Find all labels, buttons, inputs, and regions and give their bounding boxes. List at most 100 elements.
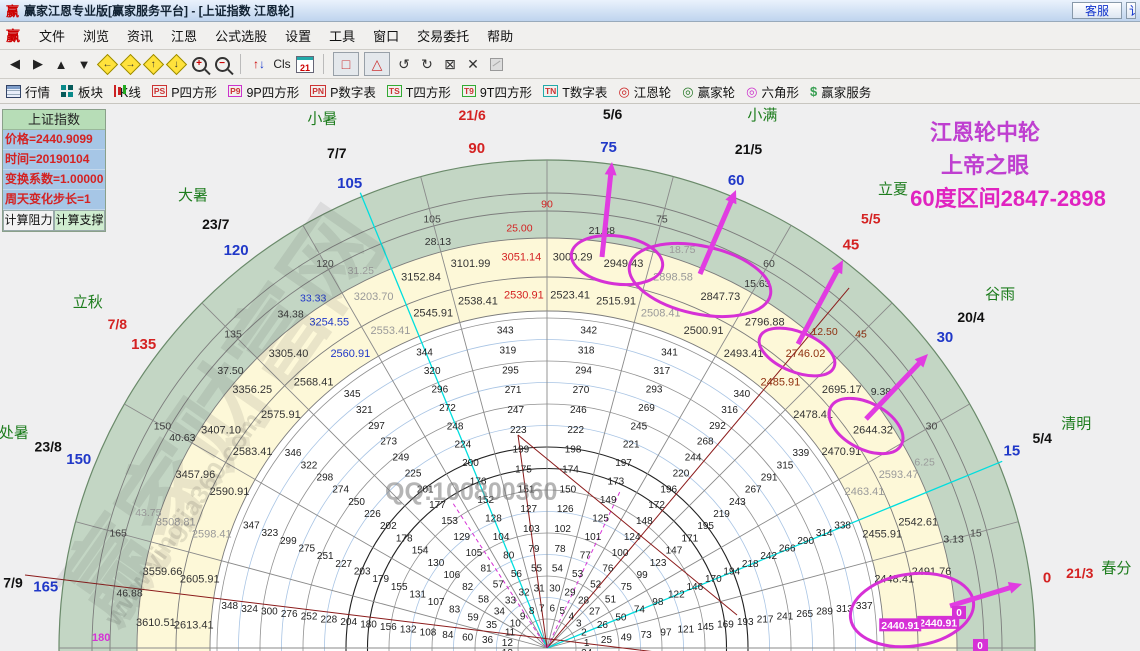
spiral-number: 227 bbox=[335, 559, 352, 570]
nav-next-icon[interactable]: ▶ bbox=[29, 54, 47, 74]
cls-button[interactable]: Cls bbox=[273, 54, 291, 74]
rotate-ccw-tool[interactable]: ↺ bbox=[395, 54, 413, 74]
spiral-number: 108 bbox=[420, 627, 437, 638]
pin-icon[interactable] bbox=[487, 54, 505, 74]
spiral-number: 228 bbox=[321, 614, 338, 625]
rotate-cw-tool[interactable]: ↻ bbox=[418, 54, 436, 74]
gann-wheel-chart[interactable]: 1234567891011121324252627282930313233343… bbox=[0, 104, 1140, 651]
spiral-number: 171 bbox=[681, 533, 698, 544]
menu-item-5[interactable]: 设置 bbox=[276, 26, 320, 47]
price-outer-value: 3051.14 bbox=[501, 251, 541, 263]
spiral-number: 79 bbox=[528, 544, 540, 555]
pan-down-icon[interactable]: ↓ bbox=[165, 53, 187, 75]
spiral-number: 272 bbox=[439, 403, 456, 414]
ribbon-item-9[interactable]: ◎ 江恩轮 bbox=[618, 82, 671, 101]
spiral-number: 251 bbox=[317, 551, 334, 562]
spiral-number: 178 bbox=[396, 533, 413, 544]
degree-tick: 30 bbox=[926, 421, 938, 433]
spiral-number: 8 bbox=[529, 606, 535, 617]
price-inner-value: 2545.91 bbox=[413, 307, 453, 319]
ribbon-item-5[interactable]: PN P数字表 bbox=[310, 82, 376, 101]
pan-left-icon[interactable]: ← bbox=[96, 53, 118, 75]
ribbon-item-10[interactable]: ◎ 赢家轮 bbox=[682, 82, 735, 101]
boxed-x-tool[interactable]: ⊠ bbox=[441, 54, 459, 74]
zoom-in-icon[interactable]: + bbox=[190, 54, 208, 74]
spiral-number: 274 bbox=[332, 485, 349, 496]
price-inner-value: 2523.41 bbox=[550, 289, 590, 301]
spiral-number: 269 bbox=[638, 403, 655, 414]
sector-date-label: 5/5 bbox=[861, 210, 881, 226]
menu-item-8[interactable]: 交易委托 bbox=[408, 26, 478, 47]
ribbon-label: 赢家服务 bbox=[821, 85, 872, 100]
menu-item-0[interactable]: 文件 bbox=[30, 26, 74, 47]
menu-item-9[interactable]: 帮助 bbox=[478, 26, 522, 47]
menu-item-1[interactable]: 浏览 bbox=[74, 26, 118, 47]
sector-degree-label: 0 bbox=[1043, 570, 1051, 587]
ribbon-item-12[interactable]: $ 赢家服务 bbox=[810, 82, 871, 101]
ribbon-item-3[interactable]: PS P四方形 bbox=[151, 82, 217, 101]
spiral-number: 180 bbox=[360, 620, 377, 631]
badge-icon-TS: TS bbox=[386, 85, 402, 97]
spiral-number: 223 bbox=[510, 425, 527, 436]
customer-service-button[interactable]: 客服 bbox=[1071, 1, 1122, 19]
spiral-number: 129 bbox=[453, 532, 470, 543]
nav-down-icon[interactable]: ▼ bbox=[75, 54, 93, 74]
ribbon-item-2[interactable]: K线 bbox=[114, 82, 141, 101]
spiral-number: 174 bbox=[562, 465, 579, 476]
spiral-number: 317 bbox=[653, 366, 670, 377]
solar-term-label: 小暑 bbox=[307, 111, 337, 128]
partial-button[interactable]: 讠 bbox=[1126, 1, 1136, 19]
nav-up-icon[interactable]: ▲ bbox=[52, 54, 70, 74]
ribbon-item-8[interactable]: TN T数字表 bbox=[542, 82, 607, 101]
spiral-number: 339 bbox=[793, 448, 810, 459]
spiral-number: 147 bbox=[666, 546, 683, 557]
spiral-number: 196 bbox=[660, 484, 677, 495]
menu-item-2[interactable]: 资讯 bbox=[118, 26, 162, 47]
spiral-number: 241 bbox=[777, 612, 794, 623]
badge-icon-PS: PS bbox=[151, 85, 168, 97]
ribbon-item-6[interactable]: TS T四方形 bbox=[386, 82, 451, 101]
pan-right-icon[interactable]: → bbox=[119, 53, 141, 75]
sector-date-label: 7/7 bbox=[327, 145, 347, 161]
quote-table-icon bbox=[6, 84, 21, 98]
chart-area: 1234567891011121324252627282930313233343… bbox=[0, 104, 1140, 651]
spiral-number: 243 bbox=[729, 497, 746, 508]
menu-item-6[interactable]: 工具 bbox=[320, 26, 364, 47]
spiral-number: 342 bbox=[580, 326, 597, 337]
degree-tick: 60 bbox=[763, 258, 775, 270]
updown-icon[interactable]: ↑ ↓ bbox=[250, 54, 268, 74]
spiral-number: 100 bbox=[612, 548, 629, 559]
spiral-number: 33 bbox=[505, 595, 517, 606]
spiral-number: 123 bbox=[650, 558, 667, 569]
triangle-tool[interactable]: △ bbox=[364, 52, 390, 76]
menu-item-7[interactable]: 窗口 bbox=[364, 26, 408, 47]
spiral-number: 97 bbox=[660, 627, 672, 638]
collapse-tool[interactable]: ✕ bbox=[464, 54, 482, 74]
degree-tick: 90 bbox=[541, 199, 553, 211]
solar-term-label: 立夏 bbox=[878, 181, 908, 198]
calc-resistance-button[interactable]: 计算阻力 bbox=[3, 210, 54, 231]
rect-tool[interactable]: □ bbox=[333, 52, 359, 76]
calc-support-button[interactable]: 计算支撑 bbox=[54, 210, 105, 231]
ribbon-item-4[interactable]: P9 9P四方形 bbox=[228, 82, 299, 101]
pan-up-icon[interactable]: ↑ bbox=[142, 53, 164, 75]
spiral-number: 106 bbox=[443, 570, 460, 581]
ribbon-item-11[interactable]: ◎ 六角形 bbox=[746, 82, 799, 101]
calendar-icon[interactable]: 21 bbox=[296, 54, 314, 74]
nav-prev-icon[interactable]: ◀ bbox=[6, 54, 24, 74]
zoom-out-icon[interactable]: − bbox=[213, 54, 231, 74]
ribbon-item-1[interactable]: 板块 bbox=[61, 82, 103, 101]
ribbon-item-0[interactable]: 行情 bbox=[6, 82, 50, 101]
spiral-number: 222 bbox=[567, 425, 584, 436]
spiral-number: 289 bbox=[816, 606, 833, 617]
ribbon-item-7[interactable]: T9 9T四方形 bbox=[461, 82, 532, 101]
mini-highlight-text: 0 bbox=[956, 608, 962, 619]
menu-item-4[interactable]: 公式选股 bbox=[206, 26, 276, 47]
price-outer-value: 2746.02 bbox=[786, 348, 826, 360]
spiral-number: 348 bbox=[221, 601, 238, 612]
ribbon-label: 六角形 bbox=[761, 85, 800, 100]
menu-item-3[interactable]: 江恩 bbox=[162, 26, 206, 47]
svg-text:QQ:100800360: QQ:100800360 bbox=[385, 478, 557, 506]
spiral-number: 294 bbox=[575, 365, 592, 376]
sector-date-label: 21/5 bbox=[735, 141, 762, 157]
